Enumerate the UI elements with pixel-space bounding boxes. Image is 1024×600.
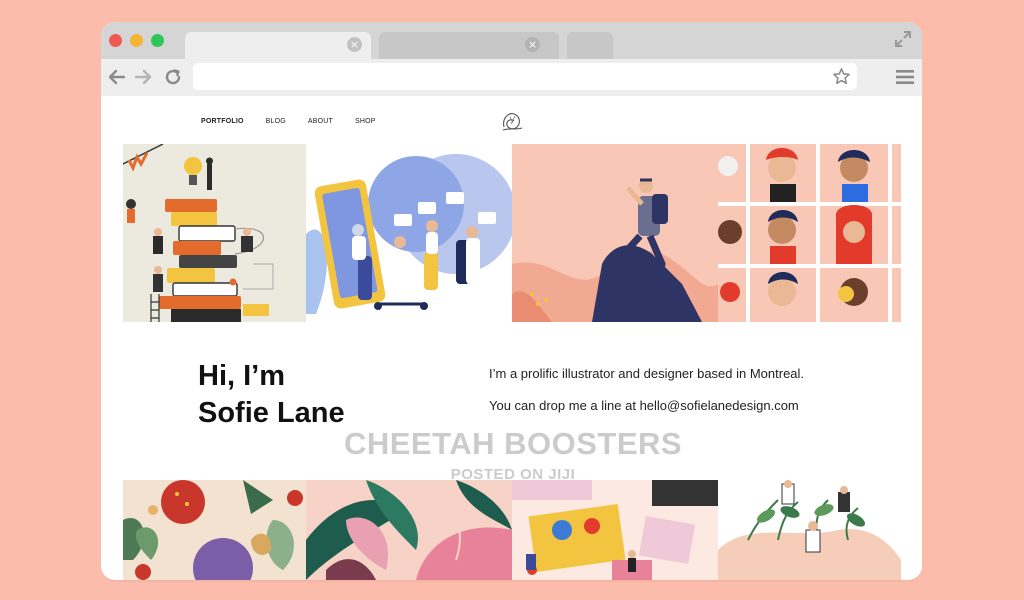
nav-portfolio[interactable]: PORTFOLIO	[201, 118, 244, 125]
portfolio-tile-fruits[interactable]	[123, 480, 306, 580]
hero-intro: I’m a prolific illustrator and designer …	[489, 366, 805, 381]
plants-illustration	[718, 480, 901, 580]
site-nav: PORTFOLIO BLOG ABOUT SHOP	[201, 118, 376, 125]
hero-title-line-2: Sofie Lane	[198, 397, 345, 429]
close-window-button[interactable]	[109, 34, 122, 47]
forward-arrow-icon[interactable]	[133, 67, 153, 87]
portfolio-tile-hiker[interactable]	[512, 144, 718, 322]
portfolio-tile-plants[interactable]	[718, 480, 901, 580]
minimize-window-button[interactable]	[130, 34, 143, 47]
portfolio-tile-leaves[interactable]	[306, 480, 512, 580]
portfolio-tile-phone[interactable]	[306, 144, 512, 322]
maximize-window-button[interactable]	[151, 34, 164, 47]
site-logo-icon[interactable]	[499, 109, 525, 133]
hero-contact: You can drop me a line at hello@sofielan…	[489, 398, 799, 413]
browser-toolbar	[101, 59, 922, 96]
hero-title-line-1: Hi, I’m	[198, 360, 286, 392]
browser-window: × × PORTFOLIO BLOG ABOUT SHOP Hi, I’m So…	[101, 22, 922, 580]
fullscreen-icon[interactable]	[894, 30, 912, 48]
market-illustration	[512, 480, 718, 580]
back-arrow-icon[interactable]	[107, 67, 127, 87]
portfolio-tile-books[interactable]	[123, 144, 306, 322]
browser-titlebar: × ×	[101, 22, 922, 59]
portfolio-tile-market[interactable]	[512, 480, 718, 580]
bookmark-star-icon[interactable]	[832, 67, 851, 86]
hero-title: Hi, I’m Sofie Lane	[198, 358, 345, 432]
browser-tab-inactive[interactable]: ×	[379, 32, 559, 59]
nav-about[interactable]: ABOUT	[308, 118, 333, 125]
watermark-brand: CHEETAH BOOSTERS	[343, 426, 683, 461]
browser-tab-active[interactable]: ×	[185, 32, 371, 59]
new-tab-button[interactable]	[567, 32, 613, 59]
address-bar[interactable]	[193, 63, 857, 90]
tab-close-icon[interactable]: ×	[347, 37, 362, 52]
reload-icon[interactable]	[163, 67, 183, 87]
phone-illustration	[306, 154, 512, 314]
leaves-illustration	[306, 480, 512, 580]
nav-shop[interactable]: SHOP	[355, 118, 376, 125]
watermark: CHEETAH BOOSTERS POSTED ON JIJI	[318, 426, 708, 483]
nav-blog[interactable]: BLOG	[266, 118, 286, 125]
web-page: PORTFOLIO BLOG ABOUT SHOP Hi, I’m Sofie …	[101, 96, 922, 580]
portraits-illustration	[718, 144, 901, 322]
tab-close-icon[interactable]: ×	[525, 37, 540, 52]
portfolio-tile-portraits[interactable]	[718, 144, 901, 322]
books-illustration	[123, 144, 274, 322]
menu-icon[interactable]	[896, 69, 914, 85]
fruits-illustration	[123, 480, 303, 580]
hiker-illustration	[512, 178, 718, 322]
